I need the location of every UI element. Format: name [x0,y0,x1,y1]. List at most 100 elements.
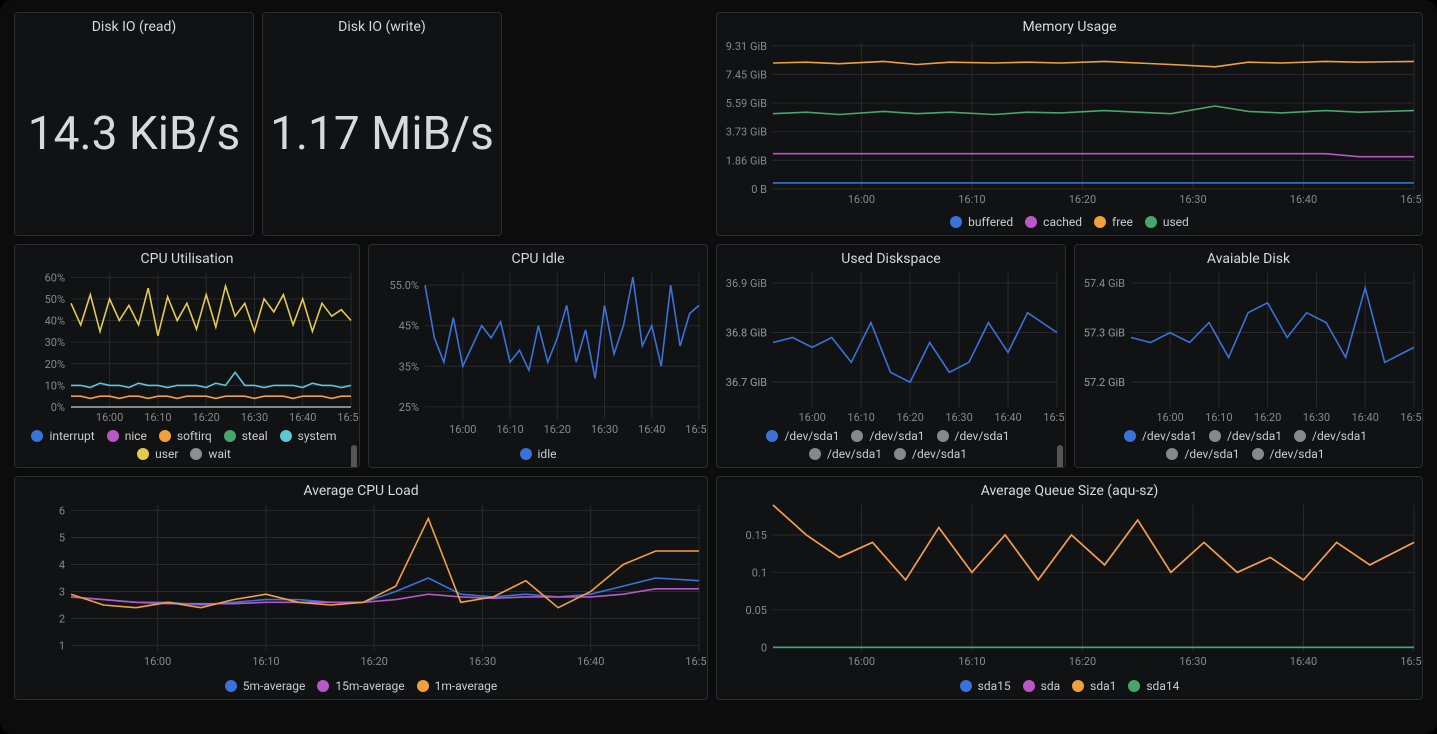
legend-label: /dev/sda1 [1270,447,1325,461]
legend-dot [960,680,972,692]
legend-dot [766,430,778,442]
legend-item[interactable]: sda [1023,679,1061,693]
legend-item[interactable]: system [280,429,337,443]
series-/dev/sda1 [773,313,1057,383]
series-system [71,372,351,387]
legend-dot [190,448,202,460]
svg-text:16:40: 16:40 [994,411,1021,424]
legend-label: 15m-average [335,679,404,693]
legend-item[interactable]: idle [520,447,557,461]
legend-item[interactable]: sda15 [960,679,1011,693]
legend-item[interactable]: /dev/sda1 [1294,429,1367,443]
svg-text:57.4 GiB: 57.4 GiB [1084,277,1125,290]
svg-text:16:40: 16:40 [289,411,316,424]
svg-text:16:00: 16:00 [96,411,123,424]
legend-dot [225,680,237,692]
stat-value: 1.17 MiB/s [263,37,501,231]
legend-item[interactable]: used [1145,215,1189,229]
panel-cpu-idle[interactable]: CPU Idle 25%35%45%55.0%16:0016:1016:2016… [368,244,708,468]
legend-dot [1094,216,1106,228]
svg-text:16:30: 16:30 [241,411,268,424]
svg-text:0.1: 0.1 [752,566,767,579]
svg-text:0: 0 [761,641,767,654]
panel-disk-io-read[interactable]: Disk IO (read) 14.3 KiB/s [14,12,254,236]
legend-dot [894,448,906,460]
legend-label: sda [1041,679,1061,693]
legend-item[interactable]: interrupt [31,429,94,443]
svg-text:5: 5 [59,531,65,544]
legend-item[interactable]: /dev/sda1 [894,447,967,461]
legend-item[interactable]: user [137,447,178,461]
legend-label: /dev/sda1 [827,447,882,461]
svg-text:20%: 20% [45,358,65,371]
svg-text:36.8 GiB: 36.8 GiB [726,327,767,340]
legend-item[interactable]: 15m-average [317,679,404,693]
legend-label: system [298,429,337,443]
legend-dot [280,430,292,442]
panel-title: Disk IO (write) [263,13,501,37]
legend-label: free [1112,215,1133,229]
svg-text:16:30: 16:30 [1179,193,1206,206]
panel-available-disk[interactable]: Avaiable Disk 57.2 GiB57.2 GiB57.3 GiB57… [1074,244,1423,468]
legend-label: /dev/sda1 [1184,447,1239,461]
svg-text:16:10: 16:10 [252,655,279,668]
legend-item[interactable]: nice [107,429,147,443]
legend-label: used [1163,215,1189,229]
chart-cpu-util: 0%10%20%30%40%50%60%16:0016:1016:2016:30… [15,269,360,427]
legend-item[interactable]: wait [190,447,230,461]
series-softirq [71,396,351,398]
series-used [773,106,1414,115]
legend-item[interactable]: /dev/sda1 [851,429,924,443]
panel-average-queue-size[interactable]: Average Queue Size (aqu-sz) 00.050.10.15… [716,476,1423,700]
panel-memory-usage[interactable]: Memory Usage 0 B1.86 GiB3.73 GiB5.59 GiB… [716,12,1423,236]
svg-text:0.05: 0.05 [746,604,767,617]
svg-text:0%: 0% [51,401,65,414]
legend-item[interactable]: sda14 [1128,679,1179,693]
svg-text:60%: 60% [45,271,65,284]
legend-item[interactable]: 5m-average [225,679,306,693]
legend-item[interactable]: softirq [159,429,212,443]
panel-disk-io-write[interactable]: Disk IO (write) 1.17 MiB/s [262,12,502,236]
legend-scrollbar[interactable] [1057,445,1063,468]
svg-text:16:30: 16:30 [1303,411,1330,424]
legend-item[interactable]: /dev/sda1 [1209,429,1282,443]
legend-item[interactable]: steal [224,429,268,443]
legend-item[interactable]: free [1094,215,1133,229]
panel-cpu-utilisation[interactable]: CPU Utilisation 0%10%20%30%40%50%60%16:0… [14,244,360,468]
svg-text:16:20: 16:20 [896,411,923,424]
svg-text:16:00: 16:00 [1156,411,1183,424]
stat-value: 14.3 KiB/s [15,37,253,231]
svg-text:16:00: 16:00 [144,655,171,668]
legend-dot [1128,680,1140,692]
panel-used-diskspace[interactable]: Used Diskspace 36.7 GiB36.7 GiB36.8 GiB3… [716,244,1066,468]
legend-item[interactable]: cached [1025,215,1082,229]
svg-text:16:30: 16:30 [591,423,618,436]
panel-title: Average CPU Load [15,477,707,501]
panel-average-cpu-load[interactable]: Average CPU Load 12345616:0016:1016:2016… [14,476,708,700]
svg-text:16:40: 16:40 [1352,411,1379,424]
legend-item[interactable]: buffered [950,215,1013,229]
chart-avail-disk: 57.2 GiB57.2 GiB57.3 GiB57.3 GiB57.4 GiB… [1075,269,1423,427]
legend-item[interactable]: /dev/sda1 [1166,447,1239,461]
legend-label: /dev/sda1 [912,447,967,461]
legend-item[interactable]: /dev/sda1 [1252,447,1325,461]
legend-item[interactable]: /dev/sda1 [1124,429,1197,443]
svg-text:16:50: 16:50 [1400,655,1423,668]
svg-text:36.7 GiB: 36.7 GiB [726,376,767,389]
svg-text:3.73 GiB: 3.73 GiB [726,126,767,139]
svg-text:16:50: 16:50 [1043,411,1066,424]
legend-item[interactable]: /dev/sda1 [766,429,839,443]
svg-text:45%: 45% [399,320,419,333]
svg-text:16:20: 16:20 [1254,411,1281,424]
legend: buffered cached free used [717,211,1422,233]
svg-text:16:00: 16:00 [449,423,476,436]
legend-label: idle [538,447,557,461]
svg-text:16:20: 16:20 [360,655,387,668]
legend-scrollbar[interactable] [351,445,357,468]
legend-item[interactable]: 1m-average [417,679,498,693]
chart-queue: 00.050.10.1516:0016:1016:2016:3016:4016:… [717,501,1423,671]
legend-item[interactable]: /dev/sda1 [809,447,882,461]
legend-item[interactable]: sda1 [1072,679,1116,693]
legend-item[interactable]: /dev/sda1 [937,429,1010,443]
legend: idle [369,443,707,465]
